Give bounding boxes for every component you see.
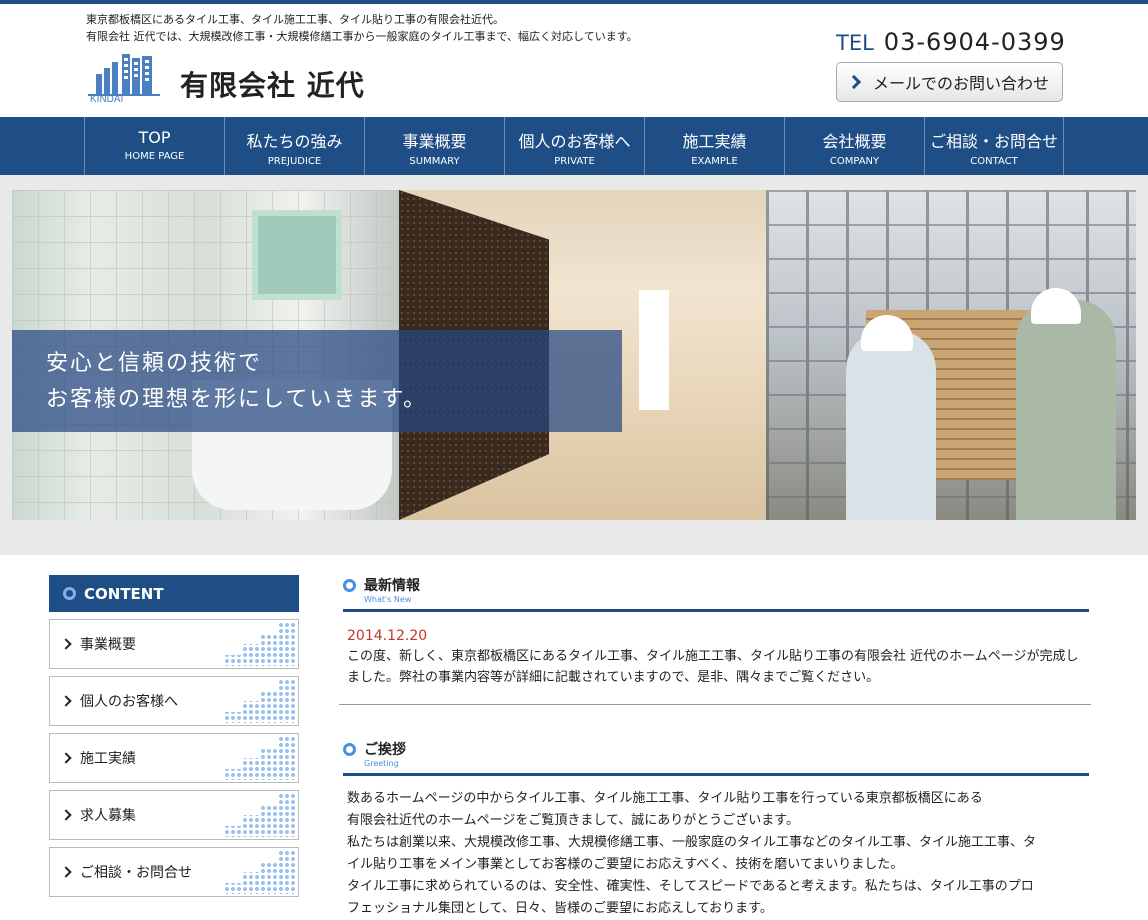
greeting-body: 数あるホームページの中からタイル工事、タイル施工工事、タイル貼り工事を行っている… xyxy=(343,788,1089,920)
main-content: 最新情報 What's New 2014.12.20 この度、新しく、東京都板橋… xyxy=(339,575,1091,920)
sidebar-heading: CONTENT xyxy=(49,575,299,612)
greeting-line: タイル工事に求められているのは、安全性、確実性、そしてスピードであると考えます。… xyxy=(347,879,1034,894)
sidebar-item-label: 施工実績 xyxy=(80,751,136,767)
nav-sublabel: PREJUDICE xyxy=(267,156,322,167)
hero-catch-line1: 安心と信頼の技術で xyxy=(46,351,263,376)
greeting-section: ご挨拶 Greeting 数あるホームページの中からタイル工事、タイル施工工事、… xyxy=(343,739,1089,920)
nav-item-company[interactable]: 会社概要 COMPANY xyxy=(784,117,924,175)
nav-item-summary[interactable]: 事業概要 SUMMARY xyxy=(364,117,504,175)
sidebar-item-label: 個人のお客様へ xyxy=(80,694,178,710)
news-section: 最新情報 What's New 2014.12.20 この度、新しく、東京都板橋… xyxy=(339,575,1091,705)
tel-number[interactable]: 03-6904-0399 xyxy=(884,28,1066,56)
nav-sublabel: PRIVATE xyxy=(554,156,595,167)
top-accent-bar xyxy=(0,0,1148,4)
sidebar-item-private[interactable]: 個人のお客様へ xyxy=(49,676,299,726)
greeting-line: イル貼り工事をメイン事業としてお客様のご要望にお応えすべく、技術を磨いてまいりま… xyxy=(347,857,904,872)
sidebar-item-label: 事業概要 xyxy=(80,637,136,653)
company-name: 有限会社 近代 xyxy=(180,69,365,102)
hero-catch-line2: お客様の理想を形にしていきます。 xyxy=(46,387,428,412)
news-heading: 最新情報 xyxy=(343,575,1089,595)
sidebar-item-example[interactable]: 施工実績 xyxy=(49,733,299,783)
divider xyxy=(339,704,1091,705)
tel-label: TEL xyxy=(836,31,874,55)
building-logo-icon: KINDAI xyxy=(88,54,160,105)
sidebar-item-summary[interactable]: 事業概要 xyxy=(49,619,299,669)
nav-label: 会社概要 xyxy=(822,132,887,151)
nav-sublabel: HOME PAGE xyxy=(124,151,185,162)
nav-sublabel: SUMMARY xyxy=(409,156,460,167)
nav-label: 私たちの強み xyxy=(246,132,343,151)
section-rule xyxy=(343,609,1089,612)
nav-label: ご相談・お問合せ xyxy=(929,132,1058,151)
sidebar-heading-label: CONTENT xyxy=(84,584,164,603)
hero-image-construction xyxy=(766,190,1136,520)
circle-bullet-icon xyxy=(343,742,356,756)
section-rule xyxy=(343,773,1089,776)
global-nav: TOP HOME PAGE 私たちの強み PREJUDICE 事業概要 SUMMARY… xyxy=(0,117,1148,175)
hero-banner: 安心と信頼の技術で お客様の理想を形にしていきます。 xyxy=(0,175,1148,555)
chevron-right-icon xyxy=(60,752,72,764)
mail-inquiry-label: メールでのお問い合わせ xyxy=(873,74,1050,93)
nav-item-top[interactable]: TOP HOME PAGE xyxy=(84,117,224,175)
greeting-subtitle: Greeting xyxy=(364,759,399,768)
dot-pattern-decoration xyxy=(224,679,296,723)
hero-catchcopy: 安心と信頼の技術で お客様の理想を形にしていきます。 xyxy=(12,330,622,432)
news-text: この度、新しく、東京都板橋区にあるタイル工事、タイル施工工事、タイル貼り工事の有… xyxy=(347,649,1079,685)
nav-label: 個人のお客様へ xyxy=(518,132,631,151)
dot-pattern-decoration xyxy=(224,736,296,780)
nav-sublabel: CONTACT xyxy=(970,156,1018,167)
circle-bullet-icon xyxy=(63,587,76,600)
chevron-right-icon xyxy=(60,866,72,878)
greeting-heading: ご挨拶 xyxy=(343,739,1089,759)
news-subtitle: What's New xyxy=(364,595,412,604)
sidebar-item-recruit[interactable]: 求人募集 xyxy=(49,790,299,840)
dot-pattern-decoration xyxy=(224,850,296,894)
chevron-right-icon xyxy=(60,638,72,650)
nav-label: TOP xyxy=(138,128,171,147)
sidebar-item-contact[interactable]: ご相談・お問合せ xyxy=(49,847,299,897)
nav-sublabel: COMPANY xyxy=(829,156,880,167)
circle-bullet-icon xyxy=(343,578,356,592)
nav-label: 事業概要 xyxy=(402,132,467,151)
news-date: 2014.12.20 xyxy=(347,628,428,644)
chevron-right-icon xyxy=(846,74,862,90)
chevron-right-icon xyxy=(60,809,72,821)
greeting-line: フェッショナル集団として、日々、皆様のご要望にお応えしております。 xyxy=(347,901,773,916)
nav-item-prejudice[interactable]: 私たちの強み PREJUDICE xyxy=(224,117,364,175)
dot-pattern-decoration xyxy=(224,622,296,666)
nav-label: 施工実績 xyxy=(682,132,747,151)
greeting-line: 私たちは創業以来、大規模改修工事、大規模修繕工事、一般家庭のタイル工事などのタイ… xyxy=(347,835,1037,850)
chevron-right-icon xyxy=(60,695,72,707)
nav-item-contact[interactable]: ご相談・お問合せ CONTACT xyxy=(924,117,1064,175)
header-intro-line1: 東京都板橋区にあるタイル工事、タイル施工工事、タイル貼り工事の有限会社近代。 xyxy=(86,13,504,26)
sidebar: CONTENT 事業概要 個人のお客様へ 施工実績 求人募集 ご相談・お問合せ xyxy=(49,575,299,897)
tel-block: TEL 03-6904-0399 xyxy=(836,28,1066,56)
logo-text: KINDAI xyxy=(90,94,123,102)
greeting-title: ご挨拶 xyxy=(364,742,406,758)
nav-item-example[interactable]: 施工実績 EXAMPLE xyxy=(644,117,784,175)
nav-sublabel: EXAMPLE xyxy=(691,156,738,167)
header-intro-line2: 有限会社 近代では、大規模改修工事・大規模修繕工事から一般家庭のタイル工事まで、… xyxy=(86,30,638,43)
company-logo[interactable]: KINDAI xyxy=(86,52,162,105)
sidebar-item-label: 求人募集 xyxy=(80,808,136,824)
greeting-line: 有限会社近代のホームページをご覧頂きまして、誠にありがとうございます。 xyxy=(347,813,800,828)
sidebar-item-label: ご相談・お問合せ xyxy=(80,865,192,881)
news-title: 最新情報 xyxy=(364,578,420,594)
nav-item-private[interactable]: 個人のお客様へ PRIVATE xyxy=(504,117,644,175)
dot-pattern-decoration xyxy=(224,793,296,837)
greeting-line: 数あるホームページの中からタイル工事、タイル施工工事、タイル貼り工事を行っている… xyxy=(347,791,983,806)
mail-inquiry-button[interactable]: メールでのお問い合わせ xyxy=(836,62,1063,102)
